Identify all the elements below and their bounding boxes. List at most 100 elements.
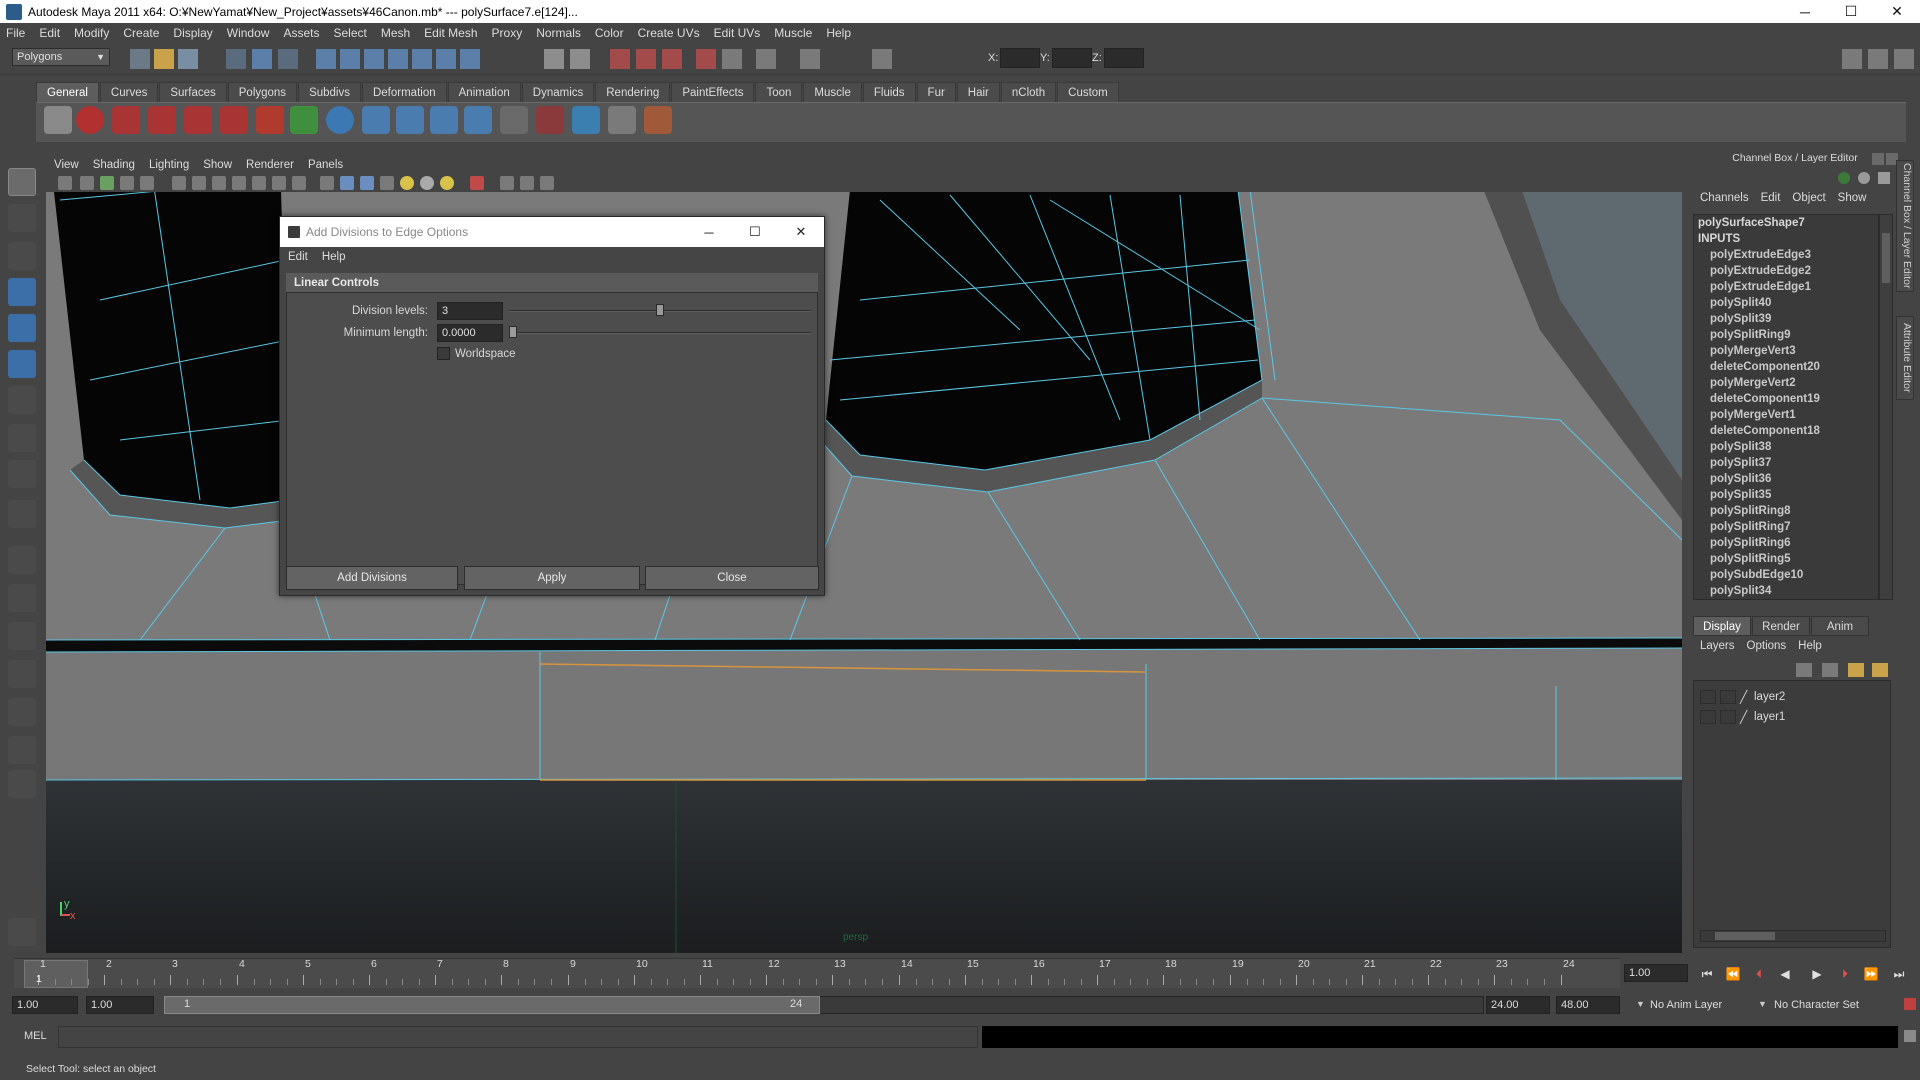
open-scene-icon[interactable]: [154, 49, 174, 69]
universal-manipulator-icon[interactable]: [8, 386, 36, 414]
shadows-icon[interactable]: [440, 176, 454, 190]
sphere-icon[interactable]: [326, 106, 354, 134]
current-time-field[interactable]: 1.00: [1624, 964, 1688, 982]
scene-tool-icon[interactable]: [8, 918, 36, 946]
playback-start-field[interactable]: 1.00: [86, 996, 154, 1014]
shelf-tab-dynamics[interactable]: Dynamics: [521, 82, 595, 102]
select-tool-icon[interactable]: [8, 168, 36, 196]
menu-proxy[interactable]: Proxy: [492, 26, 523, 40]
input-node[interactable]: deleteComponent20: [1694, 359, 1878, 375]
menu-assets[interactable]: Assets: [283, 26, 319, 40]
default-lighting-icon[interactable]: [400, 176, 414, 190]
ik-handle-icon[interactable]: [256, 106, 284, 134]
shelf-tab-deformation[interactable]: Deformation: [361, 82, 447, 102]
shelf-tab-fur[interactable]: Fur: [916, 82, 956, 102]
layout-options-icon[interactable]: [8, 770, 36, 798]
shelf-tab-ncloth[interactable]: nCloth: [1000, 82, 1057, 102]
menu-edit-mesh[interactable]: Edit Mesh: [424, 26, 477, 40]
menu-create-uvs[interactable]: Create UVs: [638, 26, 700, 40]
close-window-button[interactable]: ✕: [1874, 0, 1920, 23]
range-slider-thumb[interactable]: [164, 996, 820, 1014]
layer-row[interactable]: ╱ layer1: [1700, 708, 1785, 726]
gate-mask-icon[interactable]: [232, 176, 246, 190]
isolate-select-icon[interactable]: [470, 176, 484, 190]
minimum-length-field[interactable]: 0.0000: [437, 324, 503, 342]
outliner-layout-icon[interactable]: [8, 622, 36, 650]
layer-row[interactable]: ╱ layer2: [1700, 688, 1785, 706]
select-hierarchy-icon[interactable]: [226, 49, 246, 69]
scrollbar-thumb[interactable]: [1715, 932, 1775, 940]
layer-type-toggle[interactable]: [1720, 690, 1736, 704]
key-icon[interactable]: [1838, 172, 1850, 184]
show-hide-panel-icon[interactable]: [800, 49, 820, 69]
manip-icon[interactable]: [1858, 172, 1870, 184]
xray-icon[interactable]: [500, 176, 514, 190]
input-node[interactable]: polySplitRing5: [1694, 551, 1878, 567]
cluster-icon[interactable]: [430, 106, 458, 134]
step-back-key-button[interactable]: ⏴: [1750, 967, 1768, 983]
dialog-menu-help[interactable]: Help: [322, 251, 346, 263]
add-divisions-button[interactable]: Add Divisions: [286, 566, 458, 590]
tab-render[interactable]: Render: [1752, 616, 1810, 636]
dialog-menu-edit[interactable]: Edit: [288, 251, 308, 263]
xray-components-icon[interactable]: [540, 176, 554, 190]
question-icon[interactable]: [460, 49, 480, 69]
render-shelf-icon[interactable]: [572, 106, 600, 134]
hypershade-shelf-icon[interactable]: [536, 106, 564, 134]
channel-box-toggle-icon[interactable]: [1894, 49, 1914, 69]
y-field[interactable]: [1052, 48, 1092, 68]
paint-weights-icon[interactable]: [148, 106, 176, 134]
help-question-icon[interactable]: [76, 106, 104, 134]
x-field[interactable]: [1000, 48, 1040, 68]
hypergraph-layout-icon[interactable]: [8, 698, 36, 726]
viewport-menu-renderer[interactable]: Renderer: [246, 159, 294, 171]
division-levels-slider-thumb[interactable]: [656, 304, 664, 316]
channel-menu-show[interactable]: Show: [1838, 192, 1867, 204]
linear-controls-header[interactable]: Linear Controls: [286, 273, 818, 293]
input-node[interactable]: polySubdEdge10: [1694, 567, 1878, 583]
dialog-close-x-button[interactable]: ✕: [778, 224, 824, 240]
show-manipulator-icon[interactable]: [8, 460, 36, 488]
character-set-dropdown[interactable]: No Character Set: [1774, 996, 1884, 1014]
input-node[interactable]: polySplit35: [1694, 487, 1878, 503]
auto-key-icon[interactable]: [1904, 998, 1916, 1010]
shelf-menu-icon[interactable]: [44, 106, 72, 134]
safe-action-icon[interactable]: [272, 176, 286, 190]
end-time-field[interactable]: 48.00: [1556, 996, 1620, 1014]
resolution-gate-icon[interactable]: [212, 176, 226, 190]
input-node[interactable]: polyExtrudeEdge2: [1694, 263, 1878, 279]
maximize-button[interactable]: ☐: [1828, 0, 1874, 23]
shelf-tab-curves[interactable]: Curves: [99, 82, 159, 102]
render-frame-icon[interactable]: [610, 49, 630, 69]
snap-view-plane-icon[interactable]: [388, 49, 408, 69]
anim-layer-dropdown[interactable]: No Anim Layer: [1650, 996, 1760, 1014]
step-forward-frame-button[interactable]: ⏩: [1862, 967, 1880, 983]
input-node[interactable]: polyExtrudeEdge1: [1694, 279, 1878, 295]
tab-display[interactable]: Display: [1693, 616, 1751, 636]
channel-menu-object[interactable]: Object: [1792, 192, 1825, 204]
menu-help[interactable]: Help: [826, 26, 851, 40]
menu-edit-uvs[interactable]: Edit UVs: [714, 26, 761, 40]
menu-edit[interactable]: Edit: [39, 26, 60, 40]
input-node[interactable]: polySplit40: [1694, 295, 1878, 311]
shelf-tab-fluids[interactable]: Fluids: [862, 82, 916, 102]
graph-editor-icon[interactable]: [500, 106, 528, 134]
absolute-transform-icon[interactable]: [872, 49, 892, 69]
history-icon[interactable]: [436, 49, 456, 69]
move-tool-icon[interactable]: [8, 278, 36, 306]
safe-title-icon[interactable]: [292, 176, 306, 190]
current-frame-marker[interactable]: [24, 960, 88, 988]
mel-label[interactable]: MEL: [24, 1030, 47, 1042]
wireframe-on-shaded-icon[interactable]: [360, 176, 374, 190]
start-time-field[interactable]: 1.00: [12, 996, 78, 1014]
channel-menu-channels[interactable]: Channels: [1700, 192, 1749, 204]
rotate-tool-icon[interactable]: [8, 314, 36, 342]
uv-editor-icon[interactable]: [608, 106, 636, 134]
hypershade-icon[interactable]: [696, 49, 716, 69]
input-node[interactable]: polySplitRing6: [1694, 535, 1878, 551]
select-object-icon[interactable]: [252, 49, 272, 69]
input-node[interactable]: polyMergeVert2: [1694, 375, 1878, 391]
new-layer-selected-icon[interactable]: [1822, 663, 1838, 677]
render-globals-icon[interactable]: [756, 49, 776, 69]
dialog-title-bar[interactable]: Add Divisions to Edge Options ─ ☐ ✕: [280, 217, 824, 247]
